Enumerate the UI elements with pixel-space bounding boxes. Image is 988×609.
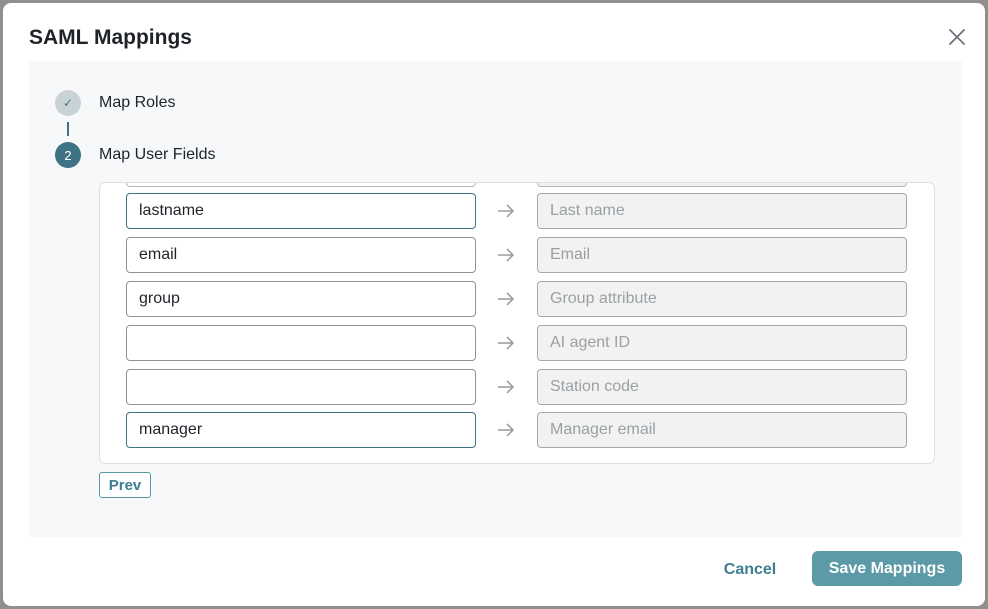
close-icon[interactable] xyxy=(943,23,971,51)
dialog-body: ✓ Map Roles 2 Map User Fields Last name … xyxy=(29,61,962,537)
source-attribute-input[interactable] xyxy=(126,325,476,361)
target-field-label: Last name xyxy=(537,193,907,229)
mapping-row: Last name xyxy=(126,193,908,229)
source-attribute-input[interactable] xyxy=(126,369,476,405)
arrow-right-icon xyxy=(498,204,515,218)
scrolled-source-field xyxy=(126,183,476,187)
mapping-row: AI agent ID xyxy=(126,325,908,361)
save-mappings-button[interactable]: Save Mappings xyxy=(812,551,962,586)
arrow-right-icon xyxy=(498,336,515,350)
dialog-title: SAML Mappings xyxy=(29,26,192,49)
arrow-right-icon xyxy=(498,423,515,437)
mapping-row: Email xyxy=(126,237,908,273)
arrow-right-icon xyxy=(498,380,515,394)
source-attribute-input[interactable] xyxy=(126,281,476,317)
mapping-row: Station code xyxy=(126,369,908,405)
target-field-label: Manager email xyxy=(537,412,907,448)
target-field-label: Group attribute xyxy=(537,281,907,317)
step-number-badge: 2 xyxy=(55,142,81,168)
step-completed-check-icon: ✓ xyxy=(55,90,81,116)
target-field-label: Station code xyxy=(537,369,907,405)
target-field-label: AI agent ID xyxy=(537,325,907,361)
stepper-connector xyxy=(67,122,69,136)
field-mappings-panel[interactable]: Last name Email Group attribute AI agent… xyxy=(99,182,935,464)
step-label-map-roles: Map Roles xyxy=(99,94,176,111)
mapping-row: Group attribute xyxy=(126,281,908,317)
scrolled-target-field xyxy=(537,183,907,187)
step-label-map-user-fields: Map User Fields xyxy=(99,146,216,163)
source-attribute-input[interactable] xyxy=(126,237,476,273)
prev-button[interactable]: Prev xyxy=(99,472,151,498)
mapping-row: Manager email xyxy=(126,412,908,448)
target-field-label: Email xyxy=(537,237,907,273)
cancel-button[interactable]: Cancel xyxy=(719,555,781,585)
source-attribute-input[interactable] xyxy=(126,193,476,229)
arrow-right-icon xyxy=(498,248,515,262)
arrow-right-icon xyxy=(498,292,515,306)
source-attribute-input[interactable] xyxy=(126,412,476,448)
saml-mappings-dialog: SAML Mappings ✓ Map Roles 2 Map User Fie… xyxy=(3,3,985,606)
